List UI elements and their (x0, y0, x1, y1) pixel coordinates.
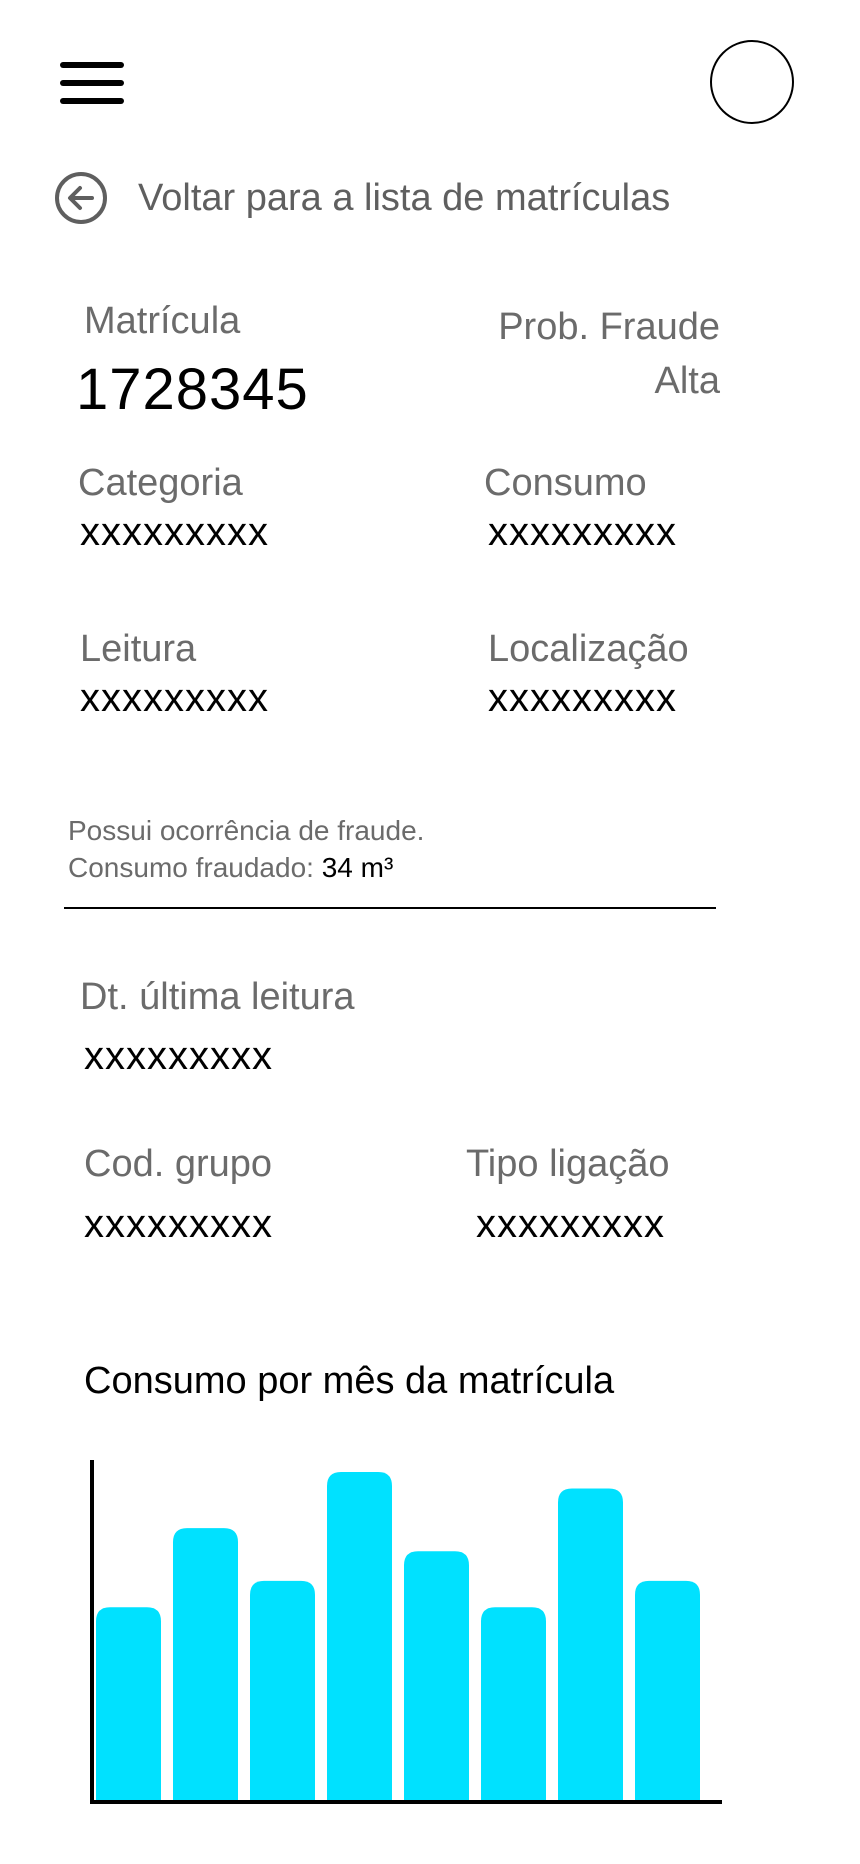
leitura-label: Leitura (80, 628, 197, 670)
chart-bar (96, 1607, 161, 1802)
fraud-consumption-label: Consumo fraudado: (68, 852, 322, 883)
matricula-value: 1728345 (76, 357, 309, 422)
hamburger-icon-line (60, 80, 124, 86)
hamburger-icon-line (60, 62, 124, 68)
localizacao-label: Localização (488, 628, 689, 670)
chart-title: Consumo por mês da matrícula (84, 1360, 615, 1402)
back-to-list-link[interactable]: Voltar para a lista de matrículas (54, 170, 670, 226)
menu-button[interactable] (60, 60, 124, 106)
consumption-bar-chart (90, 1460, 722, 1804)
avatar[interactable] (710, 40, 794, 124)
prob-fraude-value: Alta (654, 360, 720, 402)
divider (64, 907, 716, 909)
chart-bar (404, 1551, 469, 1802)
fraud-consumption-value: 34 m³ (321, 852, 394, 883)
categoria-label: Categoria (78, 462, 243, 504)
chart-bar (327, 1472, 392, 1802)
chart-bar (635, 1580, 700, 1802)
arrow-left-circle-icon (55, 172, 107, 224)
chart-bar (173, 1528, 238, 1802)
consumo-label: Consumo (484, 462, 647, 504)
categoria-value: xxxxxxxxx (80, 510, 269, 554)
cod-grupo-value: xxxxxxxxx (84, 1202, 273, 1246)
tipo-ligacao-label: Tipo ligação (466, 1143, 670, 1185)
dt-ultima-leitura-label: Dt. última leitura (80, 976, 355, 1018)
chart-bar (558, 1488, 623, 1802)
fraud-note-line2: Consumo fraudado: 34 m³ (68, 849, 424, 886)
dt-ultima-leitura-value: xxxxxxxxx (84, 1034, 273, 1078)
tipo-ligacao-value: xxxxxxxxx (476, 1202, 665, 1246)
chart-bar (250, 1580, 315, 1802)
chart-bar (481, 1607, 546, 1802)
leitura-value: xxxxxxxxx (80, 676, 269, 720)
consumo-value: xxxxxxxxx (488, 510, 677, 554)
prob-fraude-label: Prob. Fraude (498, 306, 720, 348)
cod-grupo-label: Cod. grupo (84, 1143, 273, 1185)
fraud-note-line1: Possui ocorrência de fraude. (68, 815, 425, 846)
hamburger-icon-line (60, 98, 124, 104)
back-link-label: Voltar para a lista de matrículas (138, 176, 671, 219)
localizacao-value: xxxxxxxxx (488, 676, 677, 720)
matricula-label: Matrícula (84, 300, 241, 342)
fraud-note: Possui ocorrência de fraude. Consumo fra… (68, 812, 424, 886)
